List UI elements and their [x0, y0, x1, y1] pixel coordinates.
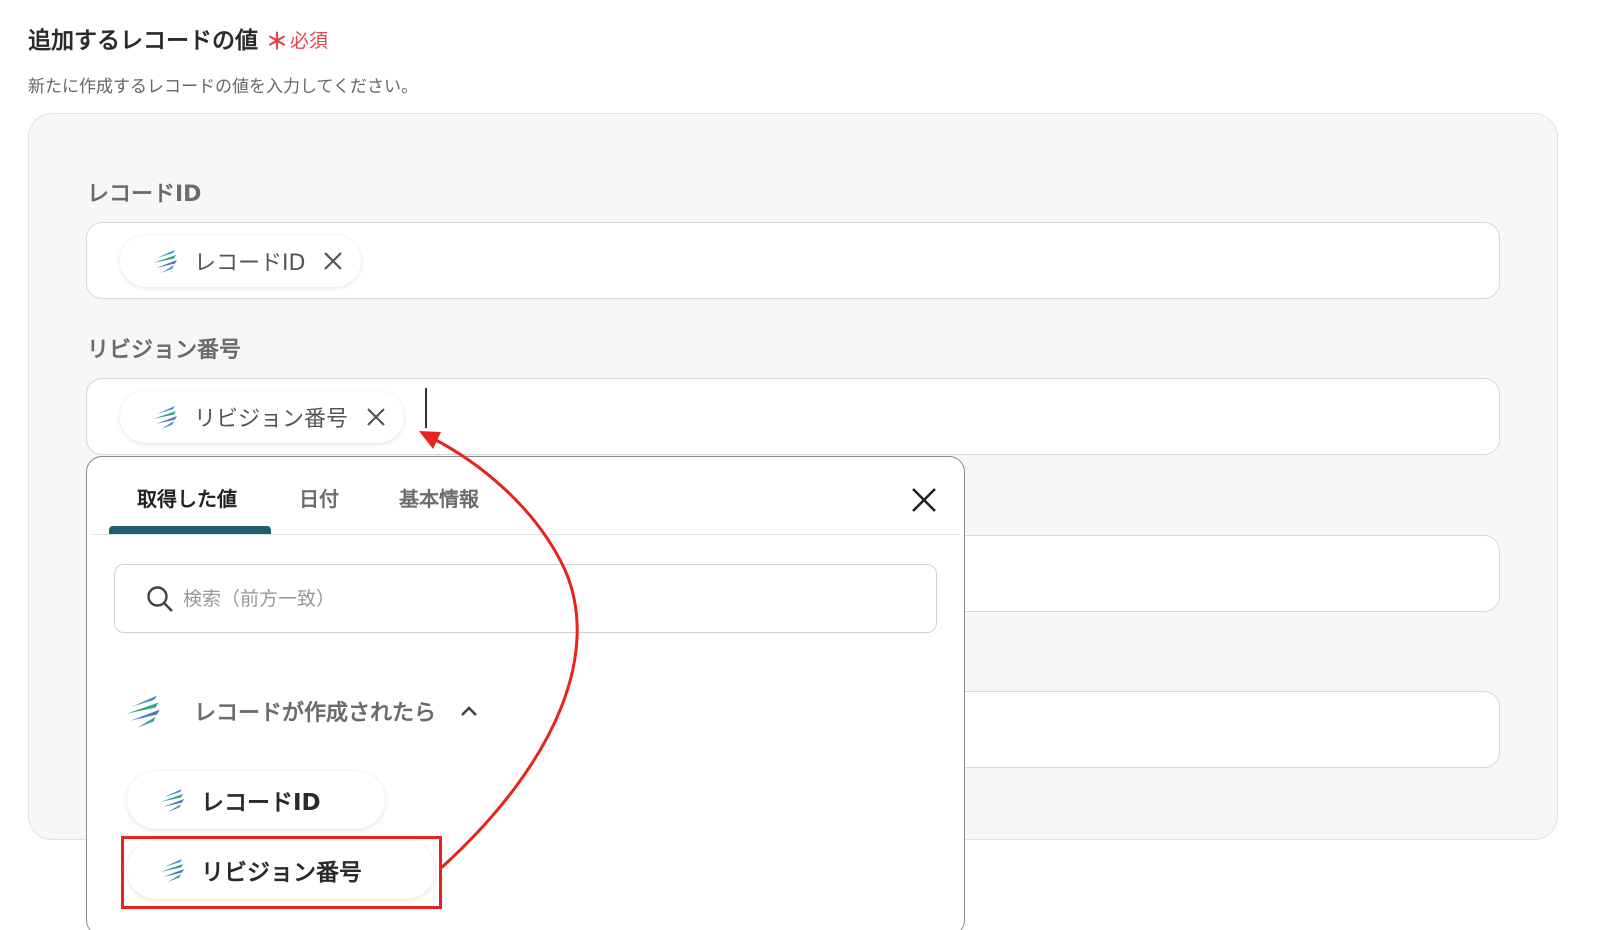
chip-label: リビジョン番号 — [194, 407, 349, 432]
picker-tabs: 取得した値 日付 基本情報 — [93, 457, 959, 535]
tab-fetched-values[interactable]: 取得した値 — [137, 483, 237, 512]
required-asterisk: ＊ — [266, 30, 289, 55]
close-icon[interactable] — [364, 405, 388, 429]
record-id-input[interactable]: レコードID — [86, 222, 1500, 299]
field-label-record-id: レコードID — [87, 182, 202, 207]
chip-label: レコードID — [194, 251, 306, 276]
app-logo-icon — [122, 691, 164, 731]
app-logo-icon — [150, 404, 180, 430]
field-label-revision: リビジョン番号 — [87, 338, 242, 363]
section-description: 新たに作成するレコードの値を入力してください。 — [28, 77, 418, 97]
revision-number-chip[interactable]: リビジョン番号 — [120, 391, 405, 443]
option-label: レコードID — [201, 790, 321, 816]
required-label: 必須 — [290, 29, 329, 52]
app-logo-icon — [157, 787, 187, 813]
search-input[interactable] — [183, 587, 883, 610]
active-tab-indicator — [109, 526, 271, 534]
text-cursor — [425, 388, 427, 428]
close-icon[interactable] — [905, 481, 943, 519]
section-title: 追加するレコードの値 ＊ 必須 — [28, 20, 328, 56]
search-box[interactable] — [114, 564, 937, 633]
revision-number-input[interactable]: リビジョン番号 — [86, 378, 1500, 455]
section-title-text: 追加するレコードの値 — [28, 28, 258, 54]
group-title: レコードが作成されたら — [194, 701, 437, 726]
chevron-up-icon[interactable] — [456, 698, 482, 724]
app-logo-icon — [150, 248, 180, 274]
annotation-highlight — [121, 836, 442, 909]
close-icon[interactable] — [321, 249, 345, 273]
tab-basic-info[interactable]: 基本情報 — [399, 483, 479, 512]
tab-date[interactable]: 日付 — [299, 483, 339, 512]
group-header[interactable]: レコードが作成されたら — [122, 691, 482, 731]
search-icon — [147, 585, 173, 612]
option-record-id[interactable]: レコードID — [127, 771, 385, 829]
record-id-chip[interactable]: レコードID — [120, 235, 362, 287]
